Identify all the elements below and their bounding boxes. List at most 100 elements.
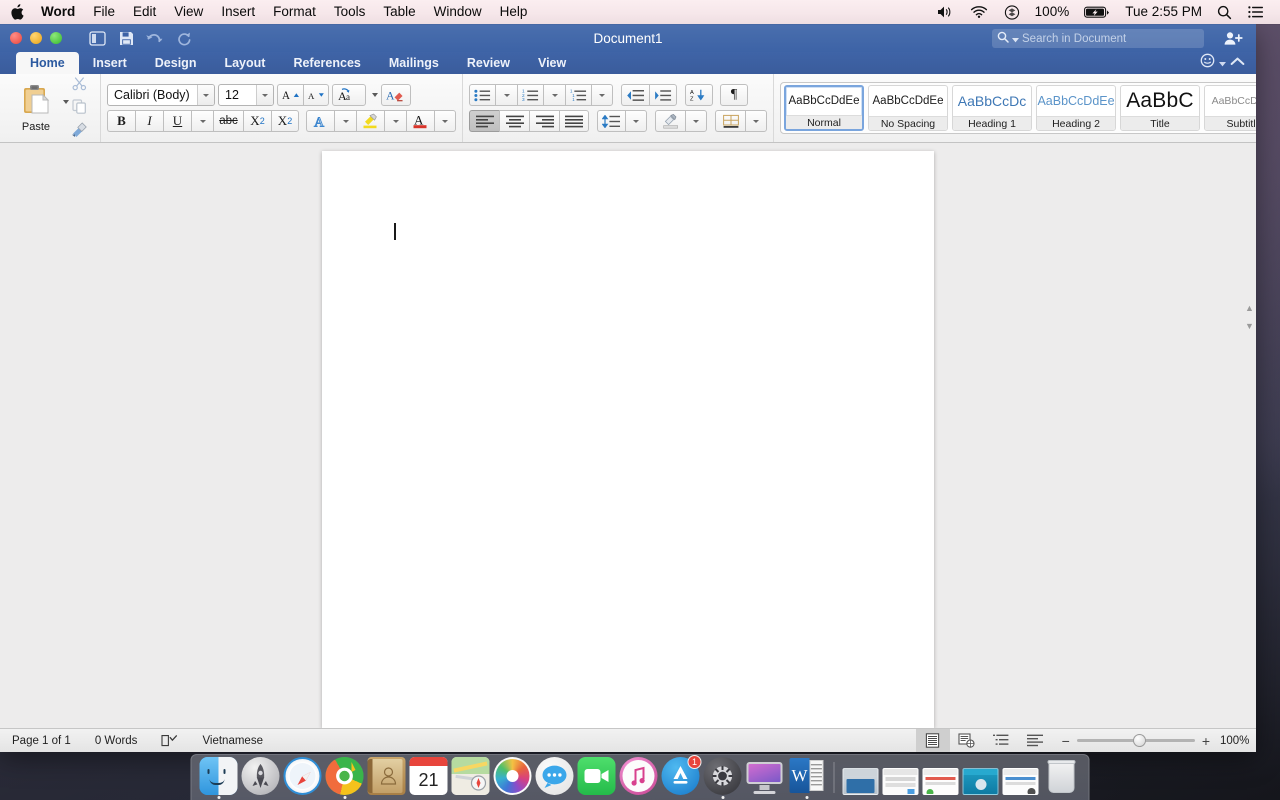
- dock-item-displays[interactable]: [746, 757, 784, 799]
- language-label[interactable]: Vietnamese: [190, 735, 275, 747]
- multilevel-list-dropdown-icon[interactable]: [591, 84, 613, 106]
- menu-item-help[interactable]: Help: [491, 0, 537, 24]
- menu-item-view[interactable]: View: [165, 0, 212, 24]
- search-input[interactable]: [1022, 32, 1199, 45]
- strikethrough-button[interactable]: abc: [213, 110, 243, 132]
- minimize-button[interactable]: [30, 32, 42, 44]
- proofing-errors-icon[interactable]: [149, 734, 190, 747]
- dock-minimized-3[interactable]: [922, 768, 959, 799]
- menu-item-insert[interactable]: Insert: [212, 0, 264, 24]
- draft-view-icon[interactable]: [1018, 729, 1052, 753]
- style-item-no-spacing[interactable]: AaBbCcDdEe No Spacing: [868, 85, 948, 131]
- dock-item-itunes[interactable]: [619, 757, 658, 799]
- dock-item-messages[interactable]: [535, 757, 574, 799]
- scroll-down-arrow-icon[interactable]: ▼: [1245, 321, 1254, 331]
- volume-icon[interactable]: [929, 5, 962, 19]
- share-person-icon[interactable]: [1222, 29, 1244, 48]
- dock-minimized-4[interactable]: [962, 768, 999, 799]
- increase-indent-icon[interactable]: [649, 84, 677, 106]
- close-button[interactable]: [10, 32, 22, 44]
- save-icon[interactable]: [113, 27, 139, 49]
- document-page[interactable]: [322, 151, 934, 728]
- style-item-heading-1[interactable]: AaBbCcDc Heading 1: [952, 85, 1032, 131]
- dock-item-finder[interactable]: [199, 757, 238, 799]
- battery-charging-icon[interactable]: [1076, 6, 1118, 19]
- dock-minimized-1[interactable]: [842, 768, 879, 799]
- undo-icon[interactable]: [142, 27, 168, 49]
- paste-button[interactable]: Paste: [14, 84, 58, 133]
- zoom-value-label[interactable]: 100%: [1220, 735, 1256, 747]
- align-center-icon[interactable]: [499, 110, 529, 132]
- style-item-subtitle[interactable]: AaBbCcDdEe Subtitle: [1204, 85, 1256, 131]
- menu-item-file[interactable]: File: [84, 0, 124, 24]
- dropbox-icon[interactable]: [996, 4, 1028, 20]
- underline-button[interactable]: U: [163, 110, 191, 132]
- shading-icon[interactable]: [655, 110, 685, 132]
- dock-item-trash[interactable]: [1043, 757, 1081, 799]
- clear-formatting-icon[interactable]: A: [381, 84, 411, 106]
- highlight-dropdown-icon[interactable]: [384, 110, 406, 132]
- bold-button[interactable]: B: [107, 110, 135, 132]
- smiley-dropdown-caret-icon[interactable]: [1219, 54, 1226, 72]
- tab-review[interactable]: Review: [453, 52, 524, 74]
- font-color-dropdown-icon[interactable]: [434, 110, 456, 132]
- notification-center-icon[interactable]: [1240, 5, 1272, 19]
- text-effects-dropdown-icon[interactable]: [334, 110, 356, 132]
- italic-button[interactable]: I: [135, 110, 163, 132]
- copy-icon[interactable]: [72, 99, 87, 119]
- text-effects-icon[interactable]: A: [306, 110, 334, 132]
- increase-font-size-icon[interactable]: A: [277, 84, 303, 106]
- tab-insert[interactable]: Insert: [79, 52, 141, 74]
- align-right-icon[interactable]: [529, 110, 559, 132]
- zoom-slider[interactable]: [1076, 734, 1195, 747]
- paste-dropdown-chevron-down-icon[interactable]: [63, 100, 69, 104]
- decrease-indent-icon[interactable]: [621, 84, 649, 106]
- web-layout-view-icon[interactable]: [950, 729, 984, 753]
- justify-icon[interactable]: [559, 110, 589, 132]
- dock-item-safari[interactable]: [283, 757, 322, 799]
- dock-item-photos[interactable]: [493, 757, 532, 799]
- dock-item-app-store[interactable]: 1: [661, 755, 702, 799]
- subscript-button[interactable]: X2: [243, 110, 271, 132]
- numbered-list-icon[interactable]: 123: [517, 84, 543, 106]
- wifi-icon[interactable]: [962, 5, 996, 19]
- paragraph-marks-icon[interactable]: ¶: [720, 84, 748, 106]
- tab-home[interactable]: Home: [16, 52, 79, 74]
- dock-item-microsoft-word[interactable]: W: [788, 757, 826, 799]
- font-size-dropdown-icon[interactable]: [256, 85, 273, 105]
- dock-item-launchpad[interactable]: [241, 757, 280, 799]
- underline-dropdown-icon[interactable]: [191, 110, 213, 132]
- tab-layout[interactable]: Layout: [210, 52, 279, 74]
- bulleted-list-icon[interactable]: [469, 84, 495, 106]
- zoom-slider-knob[interactable]: [1132, 734, 1146, 747]
- tab-references[interactable]: References: [279, 52, 374, 74]
- style-item-normal[interactable]: AaBbCcDdEe Normal: [784, 85, 864, 131]
- multilevel-list-icon[interactable]: 111: [565, 84, 591, 106]
- line-spacing-dropdown-icon[interactable]: [625, 110, 647, 132]
- tab-design[interactable]: Design: [141, 52, 211, 74]
- shading-dropdown-icon[interactable]: [685, 110, 707, 132]
- zoom-button[interactable]: [50, 32, 62, 44]
- menu-item-word[interactable]: Word: [32, 0, 84, 24]
- menu-item-table[interactable]: Table: [374, 0, 424, 24]
- print-layout-view-icon[interactable]: [915, 728, 950, 752]
- word-count-label[interactable]: 0 Words: [83, 735, 150, 747]
- redo-icon[interactable]: [171, 27, 197, 49]
- borders-icon[interactable]: [715, 110, 745, 132]
- numbered-list-dropdown-icon[interactable]: [543, 84, 565, 106]
- format-painter-icon[interactable]: [71, 122, 88, 142]
- highlight-color-icon[interactable]: [356, 110, 384, 132]
- zoom-in-button[interactable]: +: [1202, 734, 1210, 748]
- dock-minimized-2[interactable]: [882, 768, 919, 799]
- scissors-icon[interactable]: [72, 76, 87, 96]
- dock-item-chrome[interactable]: [325, 757, 364, 799]
- menu-item-edit[interactable]: Edit: [124, 0, 165, 24]
- outline-view-icon[interactable]: [984, 729, 1018, 753]
- dock-item-calendar[interactable]: 21: [409, 757, 448, 799]
- menu-bar-clock[interactable]: Tue 2:55 PM: [1118, 0, 1209, 24]
- menu-item-window[interactable]: Window: [425, 0, 491, 24]
- scroll-up-arrow-icon[interactable]: ▲: [1245, 303, 1254, 313]
- tab-view[interactable]: View: [524, 52, 580, 74]
- sidebar-toggle-icon[interactable]: [84, 27, 110, 49]
- dock-item-facetime[interactable]: [577, 757, 616, 799]
